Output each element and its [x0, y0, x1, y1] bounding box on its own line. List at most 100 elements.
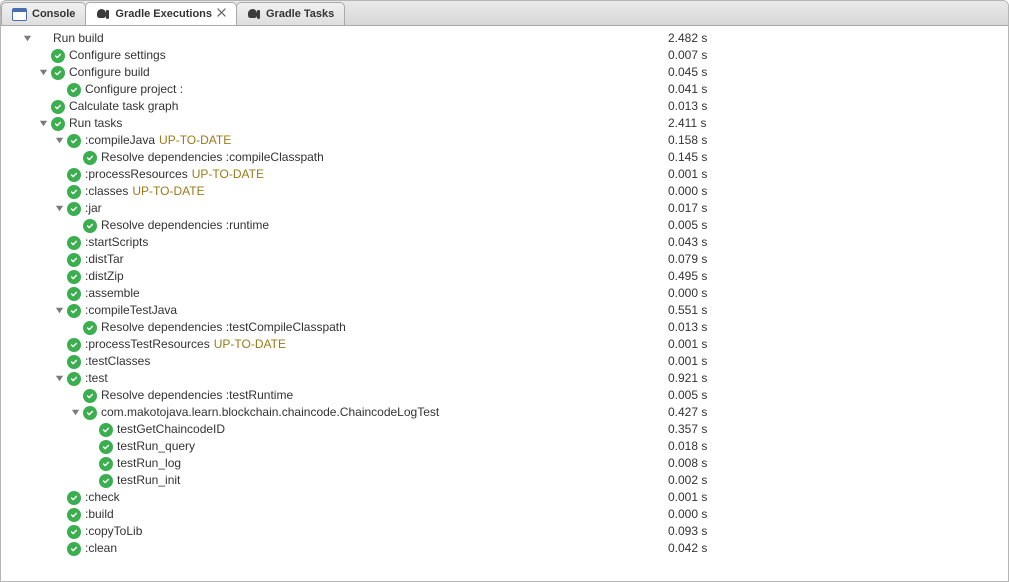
tree-row[interactable]: :processTestResourcesUP-TO-DATE0.001 s: [1, 336, 1008, 353]
disclosure-open-icon[interactable]: [19, 31, 35, 47]
status-success-icon: [67, 83, 81, 97]
status-up-to-date: UP-TO-DATE: [192, 166, 264, 183]
disclosure-open-icon[interactable]: [51, 303, 67, 319]
tree-row[interactable]: :jar0.017 s: [1, 200, 1008, 217]
tree-row-label: testRun_init: [117, 472, 180, 489]
tree-row[interactable]: testGetChaincodeID0.357 s: [1, 421, 1008, 438]
duration: 0.145 s: [668, 149, 1008, 166]
tree-row-label: :startScripts: [85, 234, 148, 251]
tree-row-label: testRun_log: [117, 455, 181, 472]
status-success-icon: [83, 321, 97, 335]
status-success-icon: [67, 525, 81, 539]
tree-row[interactable]: testRun_query0.018 s: [1, 438, 1008, 455]
tree-row-label: :processResources: [85, 166, 188, 183]
duration: 0.000 s: [668, 506, 1008, 523]
tree-row[interactable]: Resolve dependencies :runtime0.005 s: [1, 217, 1008, 234]
tree-row-label: :compileJava: [85, 132, 155, 149]
tree-row-label: :assemble: [85, 285, 140, 302]
gradle-elephant-icon: [96, 8, 110, 20]
disclosure-open-icon[interactable]: [35, 65, 51, 81]
tab-bar: Console Gradle Executions Gradle Tasks: [1, 1, 1008, 26]
tree-row[interactable]: :build 0.000 s: [1, 506, 1008, 523]
tree-row[interactable]: Calculate task graph0.013 s: [1, 98, 1008, 115]
status-success-icon: [99, 457, 113, 471]
tree-row-label: :jar: [85, 200, 102, 217]
tree-row-label: Calculate task graph: [69, 98, 178, 115]
duration: 0.427 s: [668, 404, 1008, 421]
tree-row[interactable]: :compileTestJava0.551 s: [1, 302, 1008, 319]
tree-row[interactable]: Configure project :0.041 s: [1, 81, 1008, 98]
tree-row[interactable]: :startScripts 0.043 s: [1, 234, 1008, 251]
tree-row[interactable]: Resolve dependencies :testCompileClasspa…: [1, 319, 1008, 336]
tree-row[interactable]: com.makotojava.learn.blockchain.chaincod…: [1, 404, 1008, 421]
tree-row[interactable]: :check0.001 s: [1, 489, 1008, 506]
tree-row-label: :classes: [85, 183, 128, 200]
tree-row[interactable]: Run build2.482 s: [1, 30, 1008, 47]
tree-row[interactable]: testRun_log0.008 s: [1, 455, 1008, 472]
tree-row[interactable]: :clean0.042 s: [1, 540, 1008, 557]
tree-row[interactable]: Configure build0.045 s: [1, 64, 1008, 81]
tree-row[interactable]: :test0.921 s: [1, 370, 1008, 387]
status-success-icon: [67, 185, 81, 199]
duration: 0.045 s: [668, 64, 1008, 81]
tree-row[interactable]: Run tasks2.411 s: [1, 115, 1008, 132]
duration: 0.495 s: [668, 268, 1008, 285]
console-icon: [12, 8, 27, 21]
tree-row-label: :build: [85, 506, 114, 523]
status-up-to-date: UP-TO-DATE: [132, 183, 204, 200]
tree-row[interactable]: :compileJavaUP-TO-DATE0.158 s: [1, 132, 1008, 149]
tab-label: Console: [32, 8, 75, 20]
duration: 0.093 s: [668, 523, 1008, 540]
status-success-icon: [83, 151, 97, 165]
status-success-icon: [99, 423, 113, 437]
tree-row[interactable]: testRun_init 0.002 s: [1, 472, 1008, 489]
disclosure-open-icon[interactable]: [35, 116, 51, 132]
disclosure-open-icon[interactable]: [51, 371, 67, 387]
tree-row-label: testGetChaincodeID: [117, 421, 225, 438]
tab-gradle-exec[interactable]: Gradle Executions: [85, 2, 237, 25]
duration: 2.411 s: [668, 115, 1008, 132]
status-up-to-date: UP-TO-DATE: [214, 336, 286, 353]
duration: 0.005 s: [668, 387, 1008, 404]
tab-label: Gradle Tasks: [266, 8, 334, 20]
tree-row[interactable]: :classesUP-TO-DATE 0.000 s: [1, 183, 1008, 200]
close-icon[interactable]: [217, 8, 226, 20]
tree-row[interactable]: Resolve dependencies :compileClasspath0.…: [1, 149, 1008, 166]
tree-row-label: com.makotojava.learn.blockchain.chaincod…: [101, 404, 439, 421]
tree-row-label: :distTar: [85, 251, 124, 268]
tree-row-label: Resolve dependencies :testCompileClasspa…: [101, 319, 346, 336]
duration: 0.921 s: [668, 370, 1008, 387]
tree-row[interactable]: :testClasses0.001 s: [1, 353, 1008, 370]
status-success-icon: [67, 236, 81, 250]
duration: 0.079 s: [668, 251, 1008, 268]
tab-gradle-tasks[interactable]: Gradle Tasks: [236, 2, 345, 25]
disclosure-open-icon[interactable]: [51, 133, 67, 149]
tree-row[interactable]: :processResourcesUP-TO-DATE0.001 s: [1, 166, 1008, 183]
duration: 0.002 s: [668, 472, 1008, 489]
tree-row[interactable]: Configure settings0.007 s: [1, 47, 1008, 64]
duration: 0.018 s: [668, 438, 1008, 455]
tree-row[interactable]: :distTar 0.079 s: [1, 251, 1008, 268]
duration: 0.001 s: [668, 336, 1008, 353]
duration: 0.007 s: [668, 47, 1008, 64]
duration: 0.000 s: [668, 183, 1008, 200]
duration: 0.042 s: [668, 540, 1008, 557]
tree-row[interactable]: :assemble0.000 s: [1, 285, 1008, 302]
duration: 0.551 s: [668, 302, 1008, 319]
disclosure-open-icon[interactable]: [51, 201, 67, 217]
tree-row-label: :copyToLib: [85, 523, 142, 540]
status-success-icon: [67, 168, 81, 182]
duration: 0.043 s: [668, 234, 1008, 251]
disclosure-open-icon[interactable]: [67, 405, 83, 421]
tree-row[interactable]: Resolve dependencies :testRuntime0.005 s: [1, 387, 1008, 404]
status-success-icon: [67, 355, 81, 369]
tree-row[interactable]: :copyToLib 0.093 s: [1, 523, 1008, 540]
status-success-icon: [67, 134, 81, 148]
status-success-icon: [99, 474, 113, 488]
tree-row-label: :distZip: [85, 268, 124, 285]
tree-row-label: Resolve dependencies :runtime: [101, 217, 269, 234]
tree-row[interactable]: :distZip 0.495 s: [1, 268, 1008, 285]
status-success-icon: [83, 389, 97, 403]
execution-tree: Run build2.482 sConfigure settings0.007 …: [1, 26, 1008, 582]
tab-console[interactable]: Console: [1, 2, 86, 25]
